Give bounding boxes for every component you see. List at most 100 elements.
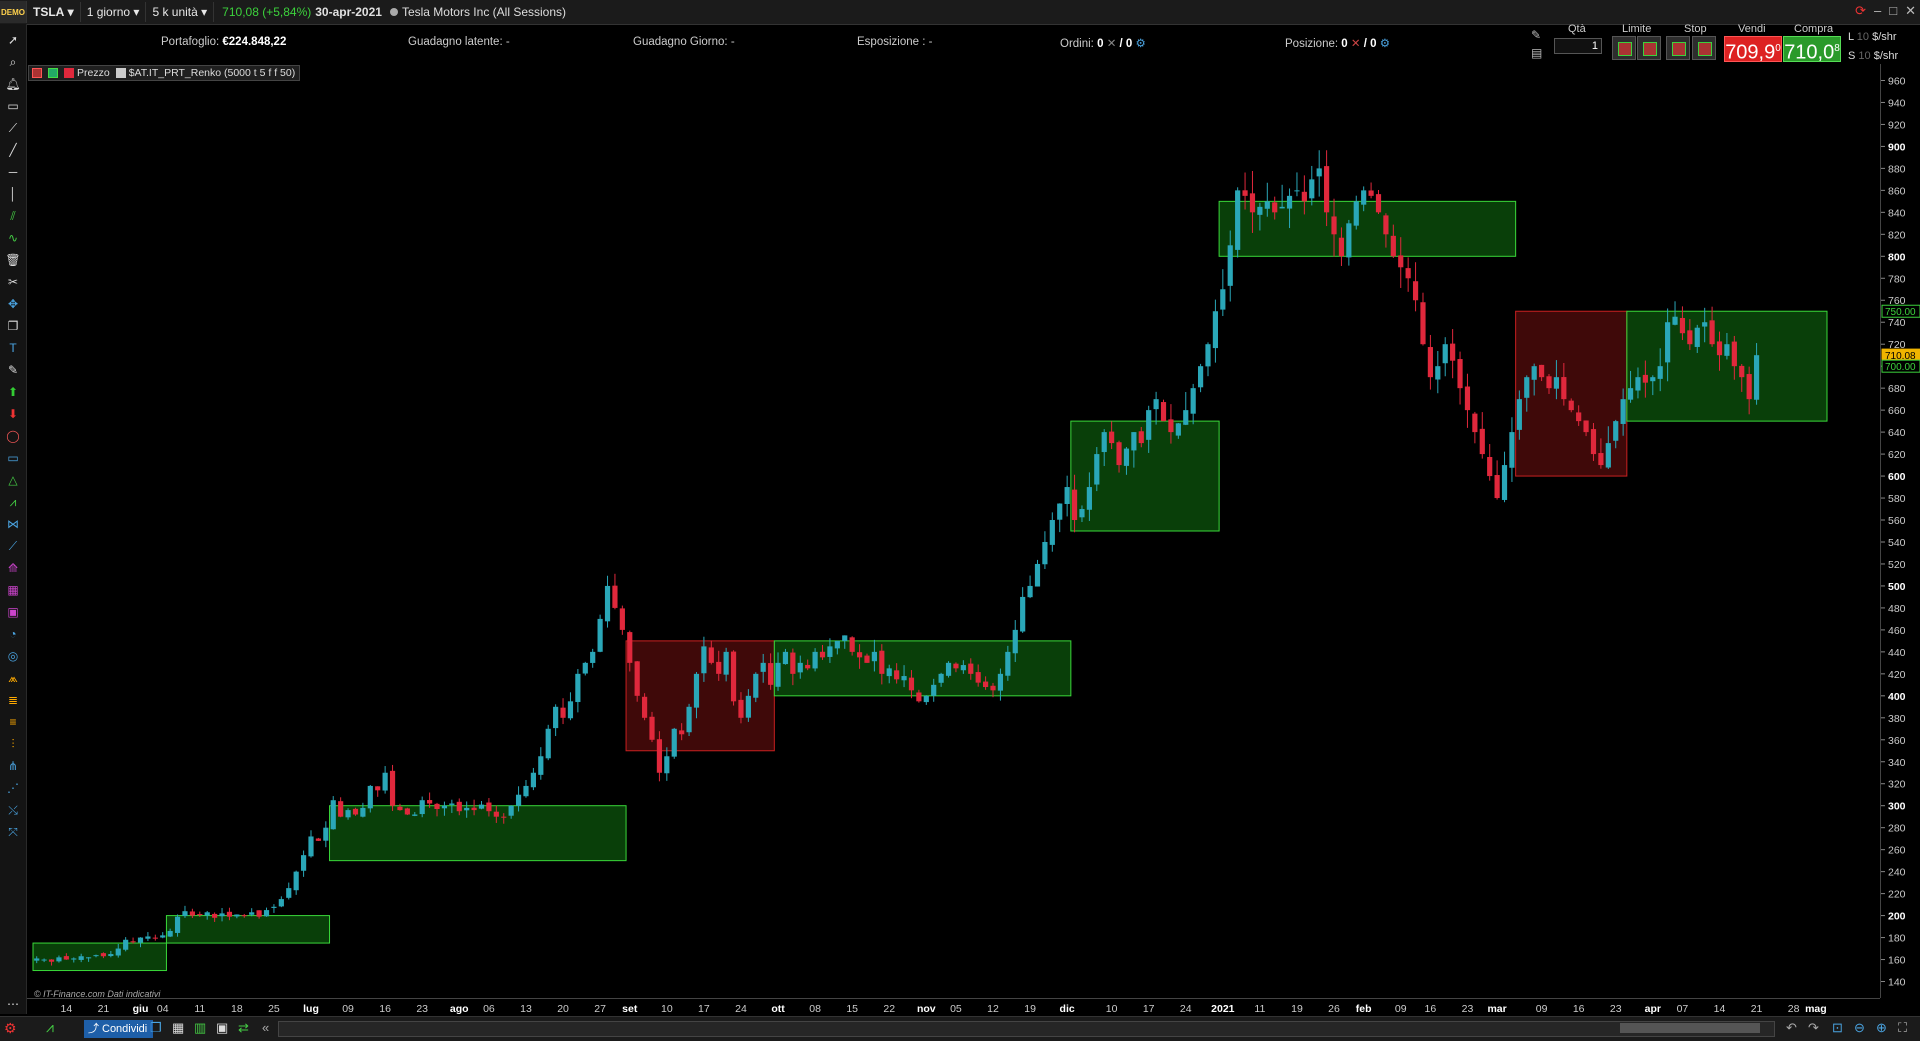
polyline-icon[interactable]: ⩘: [5, 494, 21, 510]
order-settings-icon[interactable]: ✎: [1531, 28, 1541, 42]
copy-icon[interactable]: ❐: [5, 318, 21, 334]
trash-icon[interactable]: 🗑︎: [5, 252, 21, 268]
candle-body-9: [100, 953, 107, 957]
position-gear-icon[interactable]: ⚙: [1380, 38, 1390, 50]
close-icon[interactable]: ✕: [1905, 3, 1916, 19]
table-icon[interactable]: ▦: [172, 1020, 184, 1036]
candle-body-231: [1746, 374, 1752, 400]
scrollbar-thumb[interactable]: [1620, 1023, 1760, 1033]
short-qty[interactable]: 10: [1858, 50, 1870, 62]
strategy-icon[interactable]: ⇄: [238, 1020, 249, 1036]
andrews-pitchfork-icon[interactable]: ⋔: [5, 758, 21, 774]
fibonacci-extension-icon[interactable]: ≡: [5, 714, 21, 730]
move-icon[interactable]: ✥: [5, 296, 21, 312]
candle-body-14: [137, 937, 144, 943]
price-legend-label[interactable]: Prezzo: [77, 67, 110, 79]
order-book-icon[interactable]: ▤: [1531, 46, 1542, 60]
redo-icon[interactable]: ↷: [1808, 1020, 1819, 1036]
orders-gear-icon[interactable]: ⚙: [1136, 38, 1146, 50]
x-tick-label-40: mar: [1487, 1003, 1506, 1015]
zoom-fit-icon[interactable]: ⊡: [1832, 1020, 1843, 1036]
stop-sell-button[interactable]: [1692, 36, 1716, 60]
share-button[interactable]: ⤴ Condividi: [84, 1020, 154, 1038]
fibonacci-retracement-icon[interactable]: ≣: [5, 692, 21, 708]
new-window-icon[interactable]: ❐: [150, 1020, 162, 1036]
undo-icon[interactable]: ↶: [1786, 1020, 1797, 1036]
alert-bell-icon[interactable]: 🔔︎: [5, 76, 21, 92]
units-label: 5 k unità: [152, 5, 198, 19]
projection-icon[interactable]: ⤧: [5, 824, 21, 840]
text-icon[interactable]: T: [5, 340, 21, 356]
ellipse-icon[interactable]: ◯: [5, 428, 21, 444]
symbol-selector[interactable]: TSLA ▾: [27, 2, 81, 22]
pencil-icon[interactable]: ✎: [5, 362, 21, 378]
zoom-icon[interactable]: ⌕: [5, 54, 21, 70]
candle-body-33: [278, 899, 284, 907]
close-panel-icon[interactable]: [32, 68, 42, 78]
minimize-icon[interactable]: –: [1874, 3, 1881, 19]
sync-icon[interactable]: ⟳: [1855, 3, 1866, 19]
app-menu-icon[interactable]: ⚙: [4, 1020, 17, 1037]
gann-grid-icon[interactable]: ▦: [5, 582, 21, 598]
orders-info[interactable]: Ordini: 0 ✕ / 0 ⚙: [1060, 36, 1146, 50]
zoom-out-icon[interactable]: ⊖: [1854, 1020, 1865, 1036]
trend-channel-icon[interactable]: ⫽: [5, 208, 21, 224]
fibonacci-fan-icon[interactable]: ⩕: [5, 670, 21, 686]
more-tools-icon[interactable]: ⋯: [5, 996, 21, 1012]
regression-icon[interactable]: ⋰: [5, 780, 21, 796]
candle-body-154: [1175, 423, 1181, 436]
zigzag-icon[interactable]: ⋈: [5, 516, 21, 532]
candle-body-117: [901, 676, 907, 681]
limit-buy-button[interactable]: [1612, 36, 1636, 60]
screener-icon[interactable]: ▣: [216, 1020, 228, 1036]
gann-fan-icon[interactable]: ⟰: [5, 560, 21, 576]
tools-icon[interactable]: ✂: [5, 274, 21, 290]
vertical-line-icon[interactable]: │: [5, 186, 21, 202]
buy-button[interactable]: 710,08: [1783, 36, 1841, 64]
line-icon[interactable]: ╱: [5, 142, 21, 158]
ruler-icon[interactable]: ▭: [5, 98, 21, 114]
indicator-icon[interactable]: ▥: [194, 1020, 206, 1036]
y-tick-label-440: 440: [1888, 647, 1906, 659]
collapse-icon[interactable]: «: [262, 1020, 269, 1035]
units-selector[interactable]: 5 k unità ▾: [146, 2, 215, 22]
maximize-icon[interactable]: □: [1889, 3, 1897, 19]
chart-canvas[interactable]: [27, 64, 1880, 998]
cycle-icon[interactable]: ⤯: [5, 802, 21, 818]
time-scrollbar[interactable]: [278, 1021, 1775, 1037]
app-logo[interactable]: DEMO: [0, 1, 27, 23]
position-box-icon: ✕: [1350, 38, 1361, 50]
triangle-icon[interactable]: △: [5, 472, 21, 488]
qty-input[interactable]: 1: [1554, 38, 1602, 54]
limit-sell-button[interactable]: [1637, 36, 1661, 60]
gann-square-icon[interactable]: ▣: [5, 604, 21, 620]
position-info[interactable]: Posizione: 0 ✕ / 0 ⚙: [1285, 36, 1390, 50]
candle-body-85: [664, 756, 670, 774]
arrow-down-icon[interactable]: ⬇: [5, 406, 21, 422]
rectangle-icon[interactable]: ▭: [5, 450, 21, 466]
wave-icon[interactable]: ∿: [5, 230, 21, 246]
arrow-up-icon[interactable]: ⬆: [5, 384, 21, 400]
add-indicator-icon[interactable]: [48, 68, 58, 78]
cursor-icon[interactable]: ➚: [5, 32, 21, 48]
horizontal-line-icon[interactable]: ─: [5, 164, 21, 180]
price-axis[interactable]: 140 160 180 200 220 240 260 280 300 320 340 360 380 4…: [1880, 64, 1920, 998]
stop-buy-button[interactable]: [1666, 36, 1690, 60]
long-qty[interactable]: 10: [1857, 31, 1869, 43]
price-chart[interactable]: [27, 64, 1880, 998]
fibonacci-time-icon[interactable]: ⫶: [5, 736, 21, 752]
fibonacci-circle-icon[interactable]: ◎: [5, 648, 21, 664]
x-tick-label-37: 09: [1395, 1003, 1407, 1015]
candle-body-123: [945, 662, 952, 676]
fibonacci-arc-icon[interactable]: ◔: [5, 626, 21, 642]
zoom-in-icon[interactable]: ⊕: [1876, 1020, 1887, 1036]
gann-icon[interactable]: ⟋: [5, 538, 21, 554]
indicator-legend-label[interactable]: $AT.IT_PRT_Renko (5000 t 5 f f 50): [129, 67, 296, 79]
fullscreen-icon[interactable]: ⛶: [1898, 1020, 1907, 1036]
candle-body-221: [1672, 316, 1678, 325]
time-axis[interactable]: 14 21 giu 04 11 18 25 lug 09 16 23 ago 06 13 20 27 set 10…: [27, 998, 1880, 1017]
sell-button[interactable]: 709,90: [1724, 36, 1782, 64]
timeframe-selector[interactable]: 1 giorno ▾: [81, 2, 147, 22]
chart-type-icon[interactable]: ⩘: [46, 1019, 54, 1036]
segment-icon[interactable]: ⟋: [5, 120, 21, 136]
